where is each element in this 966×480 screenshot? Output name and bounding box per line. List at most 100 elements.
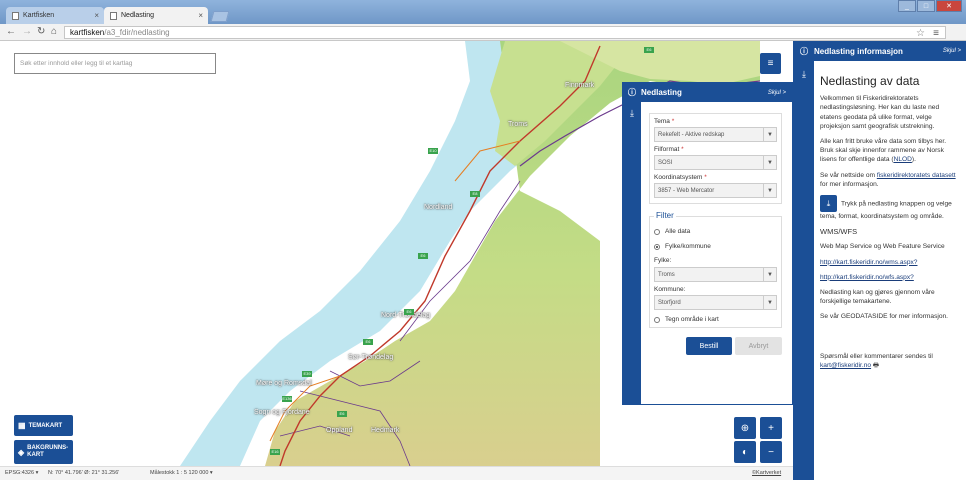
tab-label: Kartfisken bbox=[23, 12, 55, 19]
map-label-nordland: Nordland bbox=[424, 204, 453, 211]
cursor-coordinates: N: 70° 41.796' Ø: 21° 31.256' bbox=[48, 470, 120, 476]
chevron-down-icon: ▼ bbox=[763, 296, 776, 309]
filter-section: Filter Alle data Fylke/kommune Fylke: Tr… bbox=[649, 211, 782, 328]
info-paragraph-geodata: Se vår GEODATASIDE for mer informasjon. bbox=[820, 313, 949, 321]
tab-kartfisken[interactable]: Kartfisken × bbox=[6, 7, 104, 24]
bakgrunnskart-label: BAKGRUNNS-KART bbox=[27, 445, 69, 458]
chevron-down-icon: ▼ bbox=[763, 128, 776, 141]
browser-menu-icon[interactable]: ≡ bbox=[933, 28, 939, 39]
bakgrunnskart-button[interactable]: ◈ BAKGRUNNS-KART bbox=[14, 440, 73, 464]
fylke-label: Fylke: bbox=[654, 257, 672, 264]
copyright-link[interactable]: ©Kartverket bbox=[752, 470, 781, 476]
radio-button-selected[interactable] bbox=[654, 243, 660, 250]
minus-icon: − bbox=[768, 446, 774, 458]
road-shield: E6 bbox=[644, 47, 654, 53]
radio-button[interactable] bbox=[654, 228, 660, 235]
cancel-button[interactable]: Avbryt bbox=[735, 337, 782, 355]
window-controls: _ □ ✕ bbox=[897, 0, 962, 12]
close-tab-icon[interactable]: × bbox=[94, 11, 99, 20]
projection-select[interactable]: EPSG:4326 ▾ bbox=[5, 470, 38, 476]
koordinatsystem-select[interactable]: 3857 - Web Mercator ▼ bbox=[654, 183, 777, 198]
road-shield: E39 bbox=[302, 371, 312, 377]
download-icon: ⤓ bbox=[820, 195, 837, 213]
wfs-link[interactable]: http://kart.fiskeridir.no/wfs.aspx? bbox=[820, 274, 914, 281]
nlod-link[interactable]: NLOD bbox=[894, 156, 912, 163]
globe-button[interactable]: ◐ bbox=[734, 441, 756, 463]
new-tab-button[interactable] bbox=[210, 11, 230, 22]
menu-button[interactable]: ≡ bbox=[760, 53, 781, 74]
forward-icon[interactable]: → bbox=[22, 26, 32, 37]
kommune-label: Kommune: bbox=[654, 286, 686, 293]
info-paragraph-instructions: ⤓ Trykk på nedlasting knappen og velge te… bbox=[820, 195, 960, 221]
info-icon: ⓘ bbox=[800, 46, 808, 56]
map-icon: ▦ bbox=[18, 421, 26, 430]
download-icon[interactable]: ⤓ bbox=[794, 69, 814, 80]
back-icon[interactable]: ← bbox=[6, 26, 16, 37]
map-label-more-og-romsdal: Møre og Romsdal bbox=[256, 380, 312, 387]
page-icon bbox=[110, 11, 117, 20]
chevron-down-icon: ▼ bbox=[763, 268, 776, 281]
maximize-button[interactable]: □ bbox=[917, 0, 935, 12]
search-placeholder: Søk etter innhold eller legg til et kart… bbox=[20, 60, 133, 67]
minimize-button[interactable]: _ bbox=[898, 0, 916, 12]
info-panel-header: ⓘ Nedlasting informasjon Skjul > bbox=[794, 41, 966, 61]
close-window-button[interactable]: ✕ bbox=[936, 0, 962, 12]
format-section: Tema * Rekefelt - Aktive redskap ▼ Filfor… bbox=[649, 113, 782, 204]
temakart-label: TEMAKART bbox=[28, 422, 63, 429]
url-path: /a3_fdir/nedlasting bbox=[104, 28, 170, 37]
info-panel-title: Nedlasting informasjon bbox=[814, 46, 903, 56]
download-icon[interactable]: ⤓ bbox=[623, 108, 641, 119]
scale-select[interactable]: Målestokk 1 : 5 120 000 ▾ bbox=[150, 470, 213, 476]
radio-draw-area[interactable]: Tegn område i kart bbox=[654, 316, 719, 323]
fylke-select[interactable]: Troms ▼ bbox=[654, 267, 777, 282]
radio-all-data[interactable]: Alle data bbox=[654, 228, 690, 235]
wms-link[interactable]: http://kart.fiskeridir.no/wms.aspx? bbox=[820, 259, 917, 266]
datasets-link[interactable]: fiskeridirektoratets datasett bbox=[877, 172, 956, 179]
info-panel-body: Nedlasting av data Velkommen til Fiskeri… bbox=[820, 61, 960, 376]
browser-toolbar: ← → ↻ ⌂ kartfisken/a3_fdir/nedlasting ☆ … bbox=[0, 24, 966, 41]
order-button[interactable]: Bestill bbox=[686, 337, 732, 355]
plus-icon: + bbox=[768, 422, 774, 434]
road-shield: E10 bbox=[428, 148, 438, 154]
locate-button[interactable]: ⊕ bbox=[734, 417, 756, 439]
zoom-out-button[interactable]: − bbox=[760, 441, 782, 463]
download-panel: ⓘ Nedlasting Skjul > ⤓ Tema * Rekefelt -… bbox=[622, 82, 793, 405]
download-panel-sidebar: ⤓ bbox=[623, 102, 641, 405]
globe-icon: ◐ bbox=[741, 446, 749, 458]
download-panel-header: ⓘ Nedlasting Skjul > bbox=[623, 83, 792, 102]
contact-email-link[interactable]: kart@fiskeridir.no bbox=[820, 362, 871, 369]
reload-icon[interactable]: ↻ bbox=[37, 26, 45, 37]
hide-info-panel-link[interactable]: Skjul > bbox=[943, 48, 961, 54]
info-paragraph-temakart: Nedlasting kan og gjøres gjennom våre fo… bbox=[820, 289, 935, 306]
hide-download-panel-link[interactable]: Skjul > bbox=[768, 90, 786, 96]
road-shield: E6 bbox=[337, 411, 347, 417]
bookmark-star-icon[interactable]: ☆ bbox=[916, 28, 925, 39]
search-input[interactable]: Søk etter innhold eller legg til et kart… bbox=[14, 53, 216, 74]
road-shield: E136 bbox=[282, 396, 292, 402]
url-host: kartfisken bbox=[70, 28, 105, 37]
print-icon[interactable]: 🖶 bbox=[873, 362, 879, 369]
info-panel-sidebar: ⤓ bbox=[794, 61, 814, 480]
kommune-select[interactable]: Storfjord ▼ bbox=[654, 295, 777, 310]
zoom-in-button[interactable]: + bbox=[760, 417, 782, 439]
close-tab-icon[interactable]: × bbox=[198, 11, 203, 20]
tema-select[interactable]: Rekefelt - Aktive redskap ▼ bbox=[654, 127, 777, 142]
road-shield: E16 bbox=[270, 449, 280, 455]
road-shield: E6 bbox=[418, 253, 428, 259]
contact-paragraph: Spørsmål eller kommentarer sendes til ka… bbox=[820, 352, 933, 369]
tema-label: Tema * bbox=[654, 118, 675, 125]
temakart-button[interactable]: ▦ TEMAKART bbox=[14, 415, 73, 436]
layers-icon: ◈ bbox=[18, 447, 25, 457]
page-icon bbox=[12, 11, 19, 20]
address-bar[interactable]: kartfisken/a3_fdir/nedlasting ☆ ≡ bbox=[64, 26, 946, 39]
hamburger-icon: ≡ bbox=[767, 58, 774, 69]
chevron-down-icon: ▼ bbox=[763, 156, 776, 169]
browser-titlebar: Kartfisken × Nedlasting × _ □ ✕ bbox=[0, 0, 966, 24]
download-panel-title: Nedlasting bbox=[641, 88, 682, 97]
tab-nedlasting[interactable]: Nedlasting × bbox=[104, 7, 208, 24]
info-panel: ⓘ Nedlasting informasjon Skjul > ⤓ Nedla… bbox=[793, 41, 966, 480]
filformat-select[interactable]: SOSI ▼ bbox=[654, 155, 777, 170]
radio-button[interactable] bbox=[654, 316, 660, 323]
home-icon[interactable]: ⌂ bbox=[51, 26, 57, 37]
radio-fylke-kommune[interactable]: Fylke/kommune bbox=[654, 243, 711, 250]
